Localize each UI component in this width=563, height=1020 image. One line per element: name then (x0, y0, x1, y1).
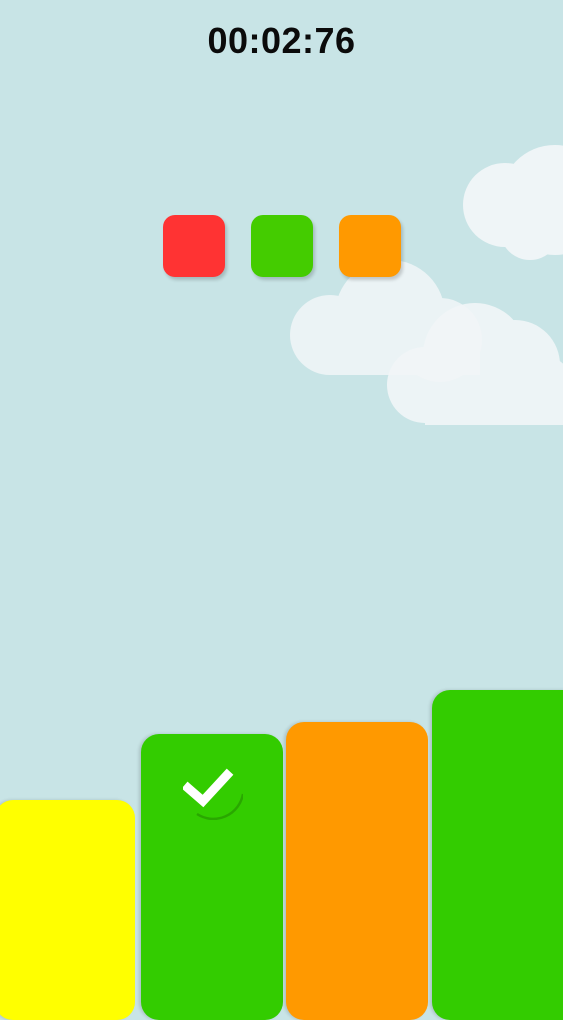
target-color-orange (339, 215, 401, 277)
cloud-top-right (463, 145, 563, 260)
check-icon (183, 768, 243, 820)
target-color-green (251, 215, 313, 277)
color-column-3[interactable] (286, 722, 428, 1020)
color-column-4[interactable] (432, 690, 563, 1020)
color-column-1[interactable] (0, 800, 135, 1020)
color-column-2[interactable] (141, 734, 283, 1020)
target-color-red (163, 215, 225, 277)
game-timer: 00:02:76 (207, 20, 356, 61)
